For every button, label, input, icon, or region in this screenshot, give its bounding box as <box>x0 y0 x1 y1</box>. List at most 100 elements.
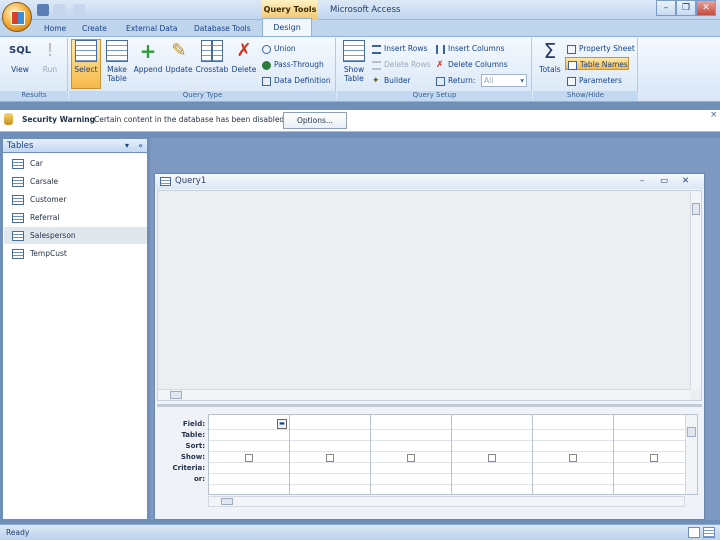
property-sheet-button[interactable]: Property Sheet <box>567 42 635 55</box>
pass-through-label: Pass-Through <box>274 60 324 69</box>
view-button[interactable]: SQL View <box>6 40 34 74</box>
insert-rows-button[interactable]: Insert Rows <box>372 42 427 55</box>
crosstab-button[interactable]: Crosstab <box>195 40 229 74</box>
field-dropdown-button[interactable]: ▬ <box>277 419 287 429</box>
restore-icon[interactable]: ▭ <box>660 174 668 189</box>
table-icon <box>12 249 24 259</box>
show-checkbox[interactable] <box>650 454 658 462</box>
return-label-wrap: Return: <box>436 74 475 87</box>
show-table-button[interactable]: Show Table <box>341 40 367 83</box>
delete-columns-icon: ✗ <box>436 59 444 70</box>
upper-horizontal-scrollbar[interactable] <box>158 389 690 400</box>
show-checkbox[interactable] <box>488 454 496 462</box>
delete-icon: ✗ <box>236 40 252 61</box>
grid-vertical-scrollbar[interactable] <box>685 415 697 494</box>
query-icon <box>160 177 171 186</box>
append-icon: + <box>139 39 157 63</box>
run-icon: ! <box>46 40 54 61</box>
scroll-thumb[interactable] <box>170 391 182 399</box>
scroll-thumb[interactable] <box>687 427 696 437</box>
scroll-thumb[interactable] <box>221 498 233 505</box>
pane-splitter[interactable] <box>157 404 702 407</box>
upper-vertical-scrollbar[interactable] <box>690 191 701 389</box>
nav-item-salesperson[interactable]: Salesperson <box>4 227 147 244</box>
update-button[interactable]: ✎ Update <box>164 40 194 74</box>
query-window-titlebar[interactable]: Query1 – ▭ ✕ <box>155 174 704 189</box>
nav-item-car[interactable]: Car <box>4 155 147 172</box>
return-dropdown[interactable]: All ▾ <box>481 74 527 87</box>
close-button[interactable]: ✕ <box>696 0 716 16</box>
show-checkbox[interactable] <box>569 454 577 462</box>
tab-design[interactable]: Design <box>262 18 312 36</box>
chevron-down-icon[interactable]: ▾ <box>125 139 129 153</box>
make-table-icon <box>106 40 128 62</box>
delete-rows-label: Delete Rows <box>384 60 431 69</box>
update-label: Update <box>165 65 193 74</box>
insert-columns-label: Insert Columns <box>448 44 505 53</box>
table-names-button[interactable]: Table Names <box>565 57 629 70</box>
nav-item-customer[interactable]: Customer <box>4 191 147 208</box>
scroll-thumb[interactable] <box>692 203 700 215</box>
make-table-button[interactable]: Make Table <box>103 40 131 83</box>
table-icon <box>12 195 24 205</box>
close-icon[interactable]: × <box>710 110 718 120</box>
run-label: Run <box>42 65 58 74</box>
tab-create[interactable]: Create <box>76 21 113 36</box>
nav-item-carsale[interactable]: Carsale <box>4 173 147 190</box>
return-icon <box>436 76 445 86</box>
parameters-button[interactable]: Parameters <box>567 74 622 87</box>
tab-home[interactable]: Home <box>38 21 72 36</box>
options-button[interactable]: Options... <box>283 112 347 129</box>
insert-rows-icon <box>372 44 381 54</box>
delete-rows-button[interactable]: Delete Rows <box>372 58 431 71</box>
security-warning-message: Certain content in the database has been… <box>94 115 285 124</box>
save-icon[interactable] <box>37 4 49 16</box>
pass-through-button[interactable]: Pass-Through <box>262 58 324 71</box>
results-group-label: Results <box>0 91 68 101</box>
select-icon <box>75 40 97 62</box>
builder-button[interactable]: ✦ Builder <box>372 74 411 87</box>
append-button[interactable]: + Append <box>133 40 163 74</box>
delete-query-button[interactable]: ✗ Delete <box>231 40 257 74</box>
show-checkbox[interactable] <box>407 454 415 462</box>
minimize-button[interactable]: – <box>656 0 676 16</box>
insert-columns-button[interactable]: Insert Columns <box>436 42 505 55</box>
redo-icon[interactable] <box>73 4 85 16</box>
close-icon[interactable]: ✕ <box>682 174 689 189</box>
totals-button[interactable]: Σ Totals <box>537 40 563 74</box>
sql-icon: SQL <box>9 45 32 56</box>
undo-icon[interactable] <box>53 4 65 16</box>
query-tools-label: Query Tools <box>262 0 318 20</box>
sql-view-icon[interactable] <box>688 527 700 538</box>
insert-rows-label: Insert Rows <box>384 44 428 53</box>
show-checkbox[interactable] <box>326 454 334 462</box>
tab-database-tools[interactable]: Database Tools <box>188 21 257 36</box>
office-button[interactable] <box>2 2 32 32</box>
tab-external-data[interactable]: External Data <box>120 21 183 36</box>
show-table-label-1: Show <box>343 65 365 74</box>
grid-column-divider <box>370 415 371 494</box>
parameters-icon <box>567 76 576 86</box>
select-button[interactable]: Select <box>72 40 100 74</box>
wand-icon: ✦ <box>372 75 380 86</box>
data-definition-button[interactable]: Data Definition <box>262 74 331 87</box>
table-design-pane[interactable] <box>157 190 702 401</box>
property-sheet-icon <box>567 44 576 54</box>
nav-item-tempcust[interactable]: TempCust <box>4 245 147 262</box>
table-icon <box>12 159 24 169</box>
navigation-pane-header[interactable]: Tables ▾ « <box>2 138 148 153</box>
union-button[interactable]: Union <box>262 42 296 55</box>
crosstab-label: Crosstab <box>195 65 229 74</box>
row-label-criteria: Criteria: <box>172 464 205 472</box>
show-checkbox[interactable] <box>245 454 253 462</box>
nav-item-referral[interactable]: Referral <box>4 209 147 226</box>
delete-columns-button[interactable]: ✗ Delete Columns <box>436 58 508 71</box>
grid-horizontal-scrollbar[interactable] <box>208 496 685 507</box>
query-title: Query1 <box>175 176 207 186</box>
collapse-pane-icon[interactable]: « <box>138 139 143 153</box>
run-button[interactable]: ! Run <box>38 40 62 74</box>
property-sheet-label: Property Sheet <box>579 44 635 53</box>
minimize-icon[interactable]: – <box>640 174 644 189</box>
design-view-icon[interactable] <box>703 527 715 538</box>
restore-button[interactable]: ❐ <box>676 0 696 16</box>
